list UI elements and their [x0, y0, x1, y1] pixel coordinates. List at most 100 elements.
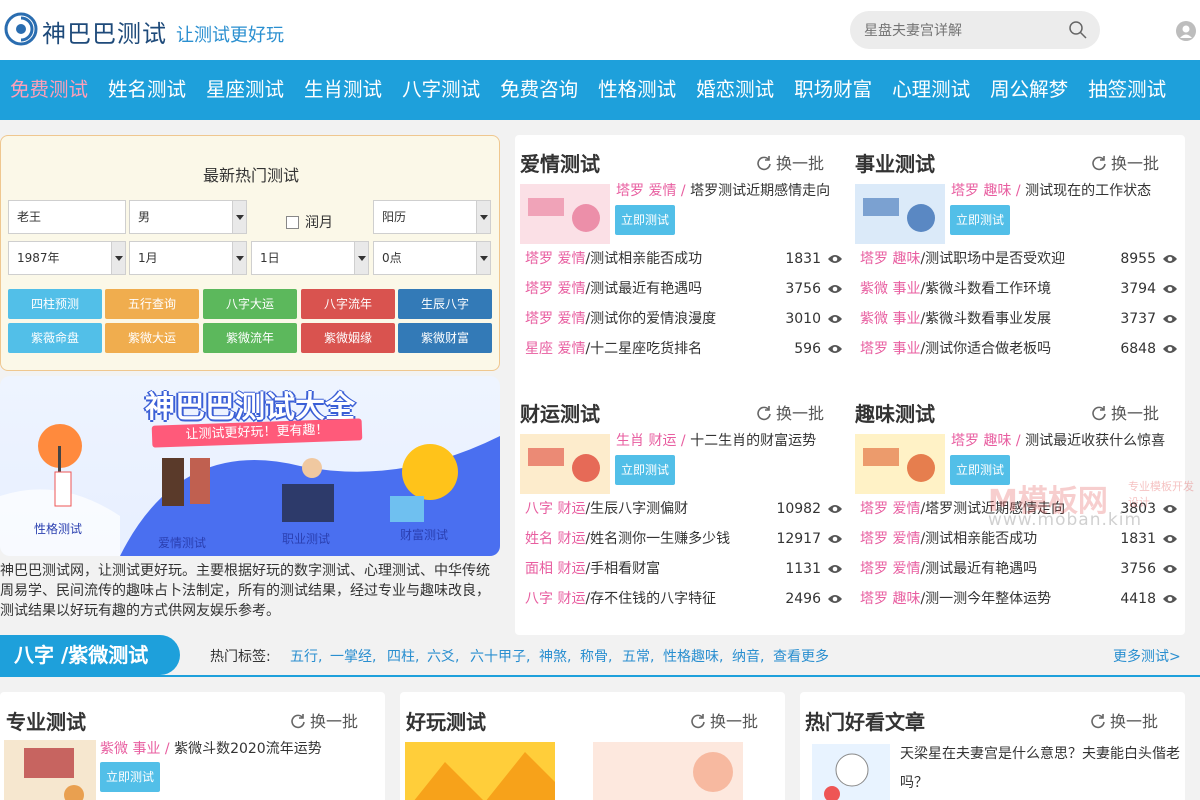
hot-tag[interactable]: 五常,	[622, 646, 654, 666]
test-thumbnail[interactable]	[855, 434, 945, 494]
leap-month-checkbox[interactable]: 润月	[286, 212, 333, 232]
day-select[interactable]: 1日	[251, 241, 369, 275]
row-title[interactable]: /测一测今年整体运势	[920, 591, 1051, 607]
list-item[interactable]: 紫微 事业/紫微斗数看工作环境 3794	[860, 274, 1180, 304]
row-title[interactable]: /测试最近有艳遇吗	[585, 281, 702, 297]
try-now-button[interactable]: 立即测试	[100, 762, 160, 792]
row-tag[interactable]: 塔罗	[860, 501, 888, 517]
logo-icon[interactable]	[4, 12, 38, 46]
list-item[interactable]: 塔罗 爱情/测试相亲能否成功 1831	[525, 244, 845, 274]
row-title[interactable]: /测试最近有艳遇吗	[920, 561, 1037, 577]
month-select[interactable]: 1月	[129, 241, 247, 275]
quick-test-button[interactable]: 八字流年	[301, 289, 395, 319]
row-title[interactable]: /测试相亲能否成功	[920, 531, 1037, 547]
row-tag[interactable]: 趣味	[892, 251, 920, 267]
hot-tag[interactable]: 一掌经,	[330, 646, 376, 666]
try-now-button[interactable]: 立即测试	[615, 455, 675, 485]
row-tag[interactable]: 紫微	[860, 281, 888, 297]
hot-tag[interactable]: 四柱,	[387, 646, 419, 666]
refresh-button[interactable]: 换一批	[756, 400, 824, 424]
row-title[interactable]: /紫微斗数看事业发展	[920, 311, 1051, 327]
row-title[interactable]: /测试你适合做老板吗	[920, 341, 1051, 357]
list-item[interactable]: 姓名 财运/姓名测你一生赚多少钱 12917	[525, 524, 845, 554]
row-tag[interactable]: 紫微	[860, 311, 888, 327]
nav-item-free[interactable]: 免费测试	[0, 60, 98, 120]
row-title[interactable]: /姓名测你一生赚多少钱	[585, 531, 730, 547]
promo-banner[interactable]: 神巴巴测试大全 让测试更好玩！更有趣！ 性格测试 爱情测试 职业测试 财富测试	[0, 376, 500, 556]
nav-item-lottery[interactable]: 抽签测试	[1078, 60, 1176, 120]
row-tag[interactable]: 塔罗	[860, 341, 888, 357]
search-input[interactable]	[864, 20, 1064, 42]
list-item[interactable]: 八字 财运/生辰八字测偏财 10982	[525, 494, 845, 524]
list-item[interactable]: 星座 爱情/十二星座吃货排名 596	[525, 334, 845, 364]
nav-item-love[interactable]: 婚恋测试	[686, 60, 784, 120]
row-title[interactable]: /生辰八字测偏财	[585, 501, 688, 517]
quick-test-button[interactable]: 八字大运	[203, 289, 297, 319]
year-select[interactable]: 1987年	[8, 241, 126, 275]
try-now-button[interactable]: 立即测试	[950, 205, 1010, 235]
quick-test-button[interactable]: 紫微财富	[398, 323, 492, 353]
row-tag[interactable]: 爱情	[892, 561, 920, 577]
article-link[interactable]: 天梁星在夫妻宫是什么意思？夫妻能白头偕老吗？	[900, 740, 1182, 798]
test-thumbnail[interactable]	[405, 742, 555, 800]
test-thumbnail[interactable]	[4, 740, 96, 800]
featured-title[interactable]: 测试现在的工作状态	[1025, 183, 1151, 199]
nav-item-personality[interactable]: 性格测试	[588, 60, 686, 120]
row-title[interactable]: /测试职场中是否受欢迎	[920, 251, 1065, 267]
featured-title[interactable]: 紫微斗数2020流年运势	[174, 741, 322, 757]
list-item[interactable]: 塔罗 爱情/测试最近有艳遇吗 3756	[860, 554, 1180, 584]
quick-test-button[interactable]: 紫薇命盘	[8, 323, 102, 353]
row-tag[interactable]: 面相	[525, 561, 553, 577]
row-tag[interactable]: 星座	[525, 341, 553, 357]
refresh-button[interactable]: 换一批	[756, 150, 824, 174]
refresh-button[interactable]: 换一批	[690, 708, 758, 732]
quick-test-button[interactable]: 生辰八字	[398, 289, 492, 319]
list-item[interactable]: 塔罗 爱情/测试最近有艳遇吗 3756	[525, 274, 845, 304]
row-title[interactable]: /存不住钱的八字特征	[585, 591, 716, 607]
hot-tag[interactable]: 纳音,	[732, 646, 764, 666]
hot-tag[interactable]: 六十甲子,	[470, 646, 530, 666]
hot-tag[interactable]: 神煞,	[539, 646, 571, 666]
row-tag[interactable]: 爱情	[557, 281, 585, 297]
list-item[interactable]: 面相 财运/手相看财富 1131	[525, 554, 845, 584]
row-tag[interactable]: 塔罗	[525, 281, 553, 297]
row-tag[interactable]: 爱情	[557, 251, 585, 267]
row-tag[interactable]: 塔罗	[525, 251, 553, 267]
row-tag[interactable]: 塔罗	[860, 561, 888, 577]
refresh-button[interactable]: 换一批	[1091, 150, 1159, 174]
list-item[interactable]: 塔罗 爱情/测试你的爱情浪漫度 3010	[525, 304, 845, 334]
featured-title[interactable]: 塔罗测试近期感情走向	[690, 183, 830, 199]
calendar-select[interactable]: 阳历	[373, 200, 491, 234]
hot-tag[interactable]: 性格趣味,	[663, 646, 723, 666]
row-tag[interactable]: 财运	[557, 501, 585, 517]
try-now-button[interactable]: 立即测试	[615, 205, 675, 235]
nav-item-name[interactable]: 姓名测试	[98, 60, 196, 120]
row-tag[interactable]: 事业	[892, 341, 920, 357]
nav-item-career[interactable]: 职场财富	[784, 60, 882, 120]
row-tag[interactable]: 财运	[557, 531, 585, 547]
row-title[interactable]: /紫微斗数看工作环境	[920, 281, 1051, 297]
row-tag[interactable]: 爱情	[892, 501, 920, 517]
nav-item-zodiac[interactable]: 生肖测试	[294, 60, 392, 120]
refresh-button[interactable]: 换一批	[290, 708, 358, 732]
row-tag[interactable]: 趣味	[892, 591, 920, 607]
featured-title[interactable]: 测试最近收获什么惊喜	[1025, 433, 1165, 449]
row-tag[interactable]: 塔罗	[860, 591, 888, 607]
row-tag[interactable]: 事业	[892, 311, 920, 327]
row-tag[interactable]: 八字	[525, 501, 553, 517]
list-item[interactable]: 塔罗 趣味/测一测今年整体运势 4418	[860, 584, 1180, 614]
row-tag[interactable]: 财运	[557, 591, 585, 607]
row-tag[interactable]: 爱情	[557, 341, 585, 357]
user-icon[interactable]	[1176, 21, 1196, 41]
test-thumbnail[interactable]	[593, 742, 743, 800]
row-title[interactable]: /测试相亲能否成功	[585, 251, 702, 267]
list-item[interactable]: 塔罗 趣味/测试职场中是否受欢迎 8955	[860, 244, 1180, 274]
row-title[interactable]: /测试你的爱情浪漫度	[585, 311, 716, 327]
quick-test-button[interactable]: 紫微姻缘	[301, 323, 395, 353]
nav-item-dream[interactable]: 周公解梦	[980, 60, 1078, 120]
nav-item-constellation[interactable]: 星座测试	[196, 60, 294, 120]
refresh-button[interactable]: 换一批	[1091, 400, 1159, 424]
row-tag[interactable]: 塔罗	[860, 251, 888, 267]
row-tag[interactable]: 事业	[892, 281, 920, 297]
row-tag[interactable]: 塔罗	[525, 311, 553, 327]
